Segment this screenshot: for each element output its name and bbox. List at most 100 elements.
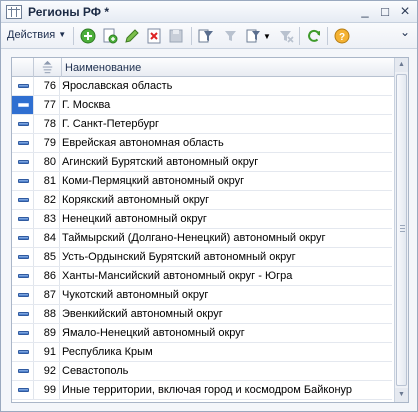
title-bar[interactable]: Регионы РФ * _ □ × xyxy=(1,1,417,23)
row-item-icon xyxy=(18,369,29,373)
row-marker-cell xyxy=(12,286,34,304)
toolbar-separator xyxy=(327,27,328,45)
region-code-cell: 88 xyxy=(34,305,60,323)
region-name-cell: Коми-Пермяцкий автономный округ xyxy=(62,175,245,187)
row-item-icon xyxy=(18,198,29,202)
region-code-cell: 85 xyxy=(34,248,60,266)
region-name-cell: Севастополь xyxy=(62,365,129,377)
copy-icon[interactable] xyxy=(101,27,119,45)
region-code-cell: 99 xyxy=(34,381,60,399)
scroll-down-button[interactable]: ▼ xyxy=(395,388,408,402)
regions-window: Регионы РФ * _ □ × Действия ▼ ▼ ? ⌄ Наим… xyxy=(0,0,418,412)
table-row[interactable]: 89 Ямало-Ненецкий автономный округ xyxy=(12,324,392,343)
chevron-down-icon[interactable]: ▼ xyxy=(263,32,271,50)
row-marker-cell xyxy=(12,134,34,152)
table-row[interactable]: 92 Севастополь xyxy=(12,362,392,381)
row-marker-cell xyxy=(12,248,34,266)
svg-text:?: ? xyxy=(339,32,345,43)
actions-label: Действия xyxy=(7,29,56,41)
table-row[interactable]: 83 Ненецкий автономный округ xyxy=(12,210,392,229)
table-row[interactable]: 81 Коми-Пермяцкий автономный округ xyxy=(12,172,392,191)
filter-by-value-icon[interactable] xyxy=(221,27,239,45)
row-item-icon xyxy=(18,160,29,164)
toolbar-separator xyxy=(73,27,74,45)
clear-filter-icon[interactable] xyxy=(277,27,295,45)
row-marker-cell xyxy=(12,305,34,323)
row-item-icon xyxy=(18,312,29,316)
help-icon[interactable]: ? xyxy=(333,27,351,45)
sort-icon xyxy=(42,60,53,74)
vertical-scrollbar[interactable]: ▲ ▼ xyxy=(394,58,408,402)
table-row[interactable]: 77 Г. Москва xyxy=(12,96,392,115)
toolbar: Действия ▼ ▼ ? ⌄ xyxy=(1,23,417,49)
region-name-cell: Ярославская область xyxy=(62,80,173,92)
header-sort-column[interactable] xyxy=(34,58,62,77)
toolbar-overflow-button[interactable]: ⌄ xyxy=(400,25,412,39)
row-marker-cell xyxy=(12,324,34,342)
row-item-icon xyxy=(18,141,29,145)
table-row[interactable]: 78 Г. Санкт-Петербург xyxy=(12,115,392,134)
region-code-cell: 79 xyxy=(34,134,60,152)
row-marker-cell xyxy=(12,343,34,361)
region-name-cell: Г. Москва xyxy=(62,99,111,111)
row-item-icon xyxy=(18,179,29,183)
table-row[interactable]: 84 Таймырский (Долгано-Ненецкий) автономн… xyxy=(12,229,392,248)
row-item-icon xyxy=(18,331,29,335)
table-row[interactable]: 85 Усть-Ордынский Бурятский автономный ок… xyxy=(12,248,392,267)
filter-menu-icon[interactable] xyxy=(245,27,263,45)
region-code-cell: 89 xyxy=(34,324,60,342)
region-code-cell: 82 xyxy=(34,191,60,209)
table-row[interactable]: 87 Чукотский автономный округ xyxy=(12,286,392,305)
minimize-button[interactable]: _ xyxy=(357,3,373,19)
region-name-cell: Ненецкий автономный округ xyxy=(62,213,207,225)
row-marker-cell xyxy=(12,115,34,133)
table-row[interactable]: 86 Ханты-Мансийский автономный округ - Юг… xyxy=(12,267,392,286)
toolbar-separator xyxy=(299,27,300,45)
row-item-icon xyxy=(18,84,29,88)
actions-menu-button[interactable]: Действия ▼ xyxy=(7,29,66,41)
maximize-button[interactable]: □ xyxy=(377,4,393,20)
table-row[interactable]: 76 Ярославская область xyxy=(12,77,392,96)
row-marker-cell xyxy=(12,77,34,95)
row-marker-cell xyxy=(12,381,34,399)
row-item-icon xyxy=(18,274,29,278)
region-name-cell: Агинский Бурятский автономный округ xyxy=(62,156,259,168)
region-name-cell: Ямало-Ненецкий автономный округ xyxy=(62,327,245,339)
close-button[interactable]: × xyxy=(397,4,413,20)
row-marker-cell xyxy=(12,96,34,114)
table-row[interactable]: 80 Агинский Бурятский автономный округ xyxy=(12,153,392,172)
table-row[interactable]: 82 Корякский автономный округ xyxy=(12,191,392,210)
region-code-cell: 80 xyxy=(34,153,60,171)
table-row[interactable]: 91 Республика Крым xyxy=(12,343,392,362)
scroll-up-button[interactable]: ▲ xyxy=(395,58,408,72)
region-code-cell: 86 xyxy=(34,267,60,285)
table-row[interactable]: 79 Еврейская автономная область xyxy=(12,134,392,153)
edit-icon[interactable] xyxy=(123,27,141,45)
row-marker-cell xyxy=(12,172,34,190)
row-item-icon xyxy=(18,122,29,126)
add-icon[interactable] xyxy=(79,27,97,45)
row-item-icon xyxy=(18,255,29,259)
region-code-cell: 84 xyxy=(34,229,60,247)
region-code-cell: 92 xyxy=(34,362,60,380)
scroll-thumb[interactable] xyxy=(396,74,407,386)
save-icon[interactable] xyxy=(167,27,185,45)
region-code-cell: 81 xyxy=(34,172,60,190)
header-marker-column[interactable] xyxy=(12,58,34,77)
row-item-icon xyxy=(18,236,29,240)
table-icon xyxy=(6,5,22,19)
table-row[interactable]: 99 Иные территории, включая город и космо… xyxy=(12,381,392,400)
region-name-cell: Усть-Ордынский Бурятский автономный окру… xyxy=(62,251,296,263)
header-name[interactable]: Наименование xyxy=(65,62,141,74)
table-row[interactable]: 88 Эвенкийский автономный округ xyxy=(12,305,392,324)
delete-icon[interactable] xyxy=(145,27,163,45)
filter-icon[interactable] xyxy=(197,27,215,45)
regions-table: Наименование 76 Ярославская область 77 Г. М… xyxy=(11,57,409,403)
row-item-icon xyxy=(18,350,29,354)
toolbar-separator xyxy=(191,27,192,45)
refresh-icon[interactable] xyxy=(305,27,323,45)
region-code-cell: 87 xyxy=(34,286,60,304)
window-title: Регионы РФ * xyxy=(28,5,110,19)
region-name-cell: Ханты-Мансийский автономный округ - Югра xyxy=(62,270,293,282)
region-name-cell: Иные территории, включая город и космодр… xyxy=(62,384,353,396)
